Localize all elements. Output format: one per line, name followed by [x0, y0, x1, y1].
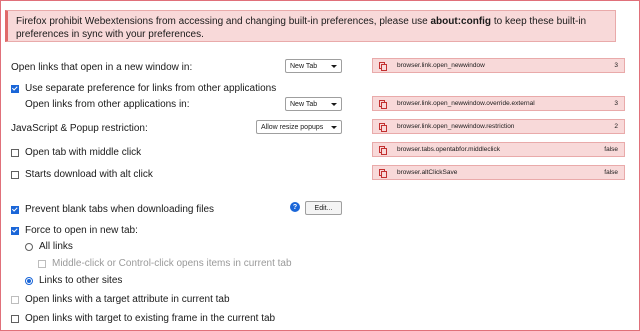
middle-click-opens-label: Middle-click or Control-click opens item… [52, 258, 292, 269]
target-attr-row[interactable]: Open links with a target attribute in cu… [11, 294, 230, 305]
banner-about-config: about:config [430, 16, 492, 27]
js-popup-value: Allow resize popups [261, 123, 324, 131]
all-links-radio[interactable] [25, 242, 33, 251]
open-new-window-row: Open links that open in a new window in: [11, 62, 192, 73]
pref-value: false [604, 169, 618, 176]
alt-click-label: Starts download with alt click [25, 169, 153, 180]
middle-click-label: Open tab with middle click [25, 147, 142, 158]
other-apps-value: New Tab [290, 100, 318, 108]
prevent-blank-row[interactable]: Prevent blank tabs when downloading file… [11, 204, 214, 215]
middle-click-row[interactable]: Open tab with middle click [11, 147, 141, 158]
all-links-label: All links [39, 241, 73, 252]
links-other-sites-label: Links to other sites [39, 275, 123, 286]
use-separate-row[interactable]: Use separate preference for links from o… [11, 83, 276, 94]
chevron-down-icon [331, 125, 337, 129]
pref-name: browser.tabs.opentabfor.middleclick [397, 146, 500, 153]
copy-icon [379, 99, 387, 109]
pref-name: browser.link.open_newwindow.override.ext… [397, 100, 535, 107]
chevron-down-icon [331, 102, 337, 106]
pref-row[interactable]: browser.tabs.opentabfor.middleclick fals… [372, 142, 625, 157]
copy-icon [379, 122, 387, 132]
about-config-banner: Firefox prohibit Webextensions from acce… [5, 10, 616, 42]
copy-icon [379, 61, 387, 71]
pref-name: browser.link.open_newwindow [397, 62, 485, 69]
pref-row[interactable]: browser.link.open_newwindow.restriction … [372, 119, 625, 134]
alt-click-checkbox[interactable] [11, 170, 19, 179]
use-separate-label: Use separate preference for links from o… [25, 83, 277, 94]
js-popup-select[interactable]: Allow resize popups [256, 120, 342, 134]
target-attr-checkbox[interactable] [11, 295, 19, 304]
pref-value: 3 [614, 100, 618, 107]
middle-click-opens-checkbox[interactable] [38, 259, 46, 268]
banner-text-1: Firefox prohibit Webextensions from acce… [16, 16, 431, 27]
alt-click-row[interactable]: Starts download with alt click [11, 169, 153, 180]
pref-value: 3 [614, 62, 618, 69]
open-new-window-select[interactable]: New Tab [285, 59, 342, 73]
other-apps-row: Open links from other applications in: [25, 99, 190, 110]
middle-click-checkbox[interactable] [11, 148, 19, 157]
chevron-down-icon [331, 64, 337, 68]
target-existing-checkbox[interactable] [11, 314, 19, 323]
other-apps-select[interactable]: New Tab [285, 97, 342, 111]
all-links-row[interactable]: All links [25, 241, 73, 252]
js-popup-label: JavaScript & Popup restriction: [11, 123, 148, 134]
target-existing-row[interactable]: Open links with target to existing frame… [11, 313, 275, 324]
pref-row[interactable]: browser.link.open_newwindow.override.ext… [372, 96, 625, 111]
open-new-window-value: New Tab [290, 62, 318, 70]
use-separate-checkbox[interactable] [11, 84, 19, 93]
force-open-checkbox[interactable] [11, 226, 19, 235]
pref-row[interactable]: browser.altClickSave false [372, 165, 625, 180]
prevent-blank-checkbox[interactable] [11, 205, 19, 214]
target-attr-label: Open links with a target attribute in cu… [25, 294, 230, 305]
copy-icon [379, 145, 387, 155]
pref-name: browser.link.open_newwindow.restriction [397, 123, 515, 130]
pref-value: 2 [614, 123, 618, 130]
copy-icon [379, 168, 387, 178]
pref-row[interactable]: browser.link.open_newwindow 3 [372, 58, 625, 73]
help-icon[interactable]: ? [290, 202, 300, 212]
other-apps-label: Open links from other applications in: [25, 99, 190, 110]
force-open-row[interactable]: Force to open in new tab: [11, 225, 138, 236]
middle-click-opens-row[interactable]: Middle-click or Control-click opens item… [38, 258, 292, 269]
force-open-label: Force to open in new tab: [25, 225, 138, 236]
pref-name: browser.altClickSave [397, 169, 458, 176]
prevent-blank-label: Prevent blank tabs when downloading file… [25, 204, 215, 215]
target-existing-label: Open links with target to existing frame… [25, 313, 276, 324]
links-other-sites-row[interactable]: Links to other sites [25, 275, 122, 286]
open-new-window-label: Open links that open in a new window in: [11, 62, 193, 73]
edit-button[interactable]: Edit... [305, 201, 342, 215]
links-other-sites-radio[interactable] [25, 276, 33, 285]
pref-value: false [604, 146, 618, 153]
js-popup-row: JavaScript & Popup restriction: [11, 123, 148, 134]
